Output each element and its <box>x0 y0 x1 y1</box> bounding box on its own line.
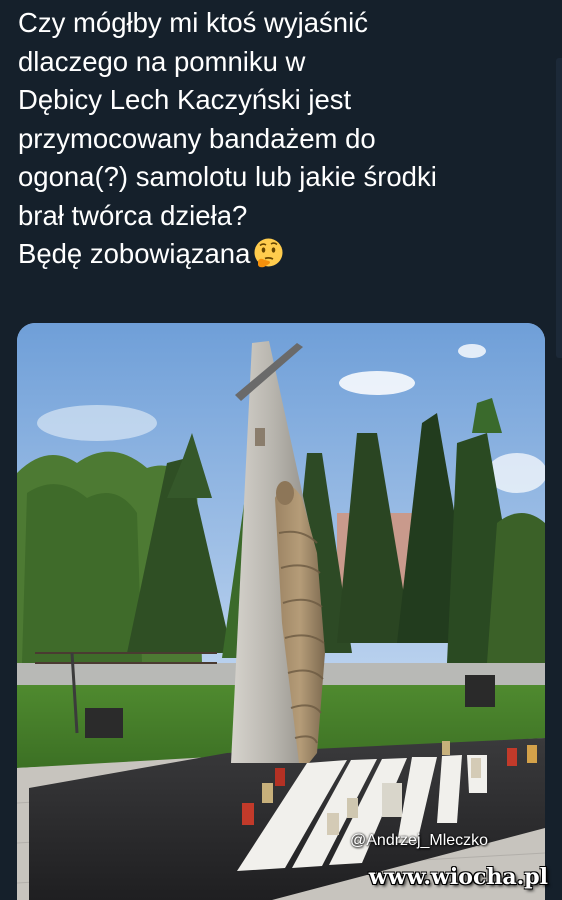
tweet-line-last: Będę zobowiązana <box>18 235 548 274</box>
tweet-line-text: Będę zobowiązana <box>18 238 251 269</box>
monument-photo <box>17 323 545 900</box>
tweet-line: przymocowany bandażem do <box>18 122 376 154</box>
tweet-line: Czy mógłby mi ktoś wyjaśnić <box>18 7 368 38</box>
tweet-line: ogona(?) samolotu lub jakie środki <box>18 161 437 192</box>
tweet-text: Czy mógłby mi ktoś wyjaśnić dlaczego na … <box>18 4 548 274</box>
tweet-line: Dębicy Lech Kaczyński jest <box>18 84 352 115</box>
tweet-photo[interactable] <box>17 323 545 900</box>
thinking-face-icon <box>252 237 285 270</box>
tweet-line: brał twórca dzieła? <box>18 199 248 231</box>
photo-credit: @Andrzej_Mleczko <box>350 832 489 849</box>
scrollbar[interactable] <box>556 58 562 358</box>
site-watermark: www.wiocha.pl <box>368 864 548 890</box>
tweet-line: dlaczego na pomniku w <box>18 45 306 77</box>
